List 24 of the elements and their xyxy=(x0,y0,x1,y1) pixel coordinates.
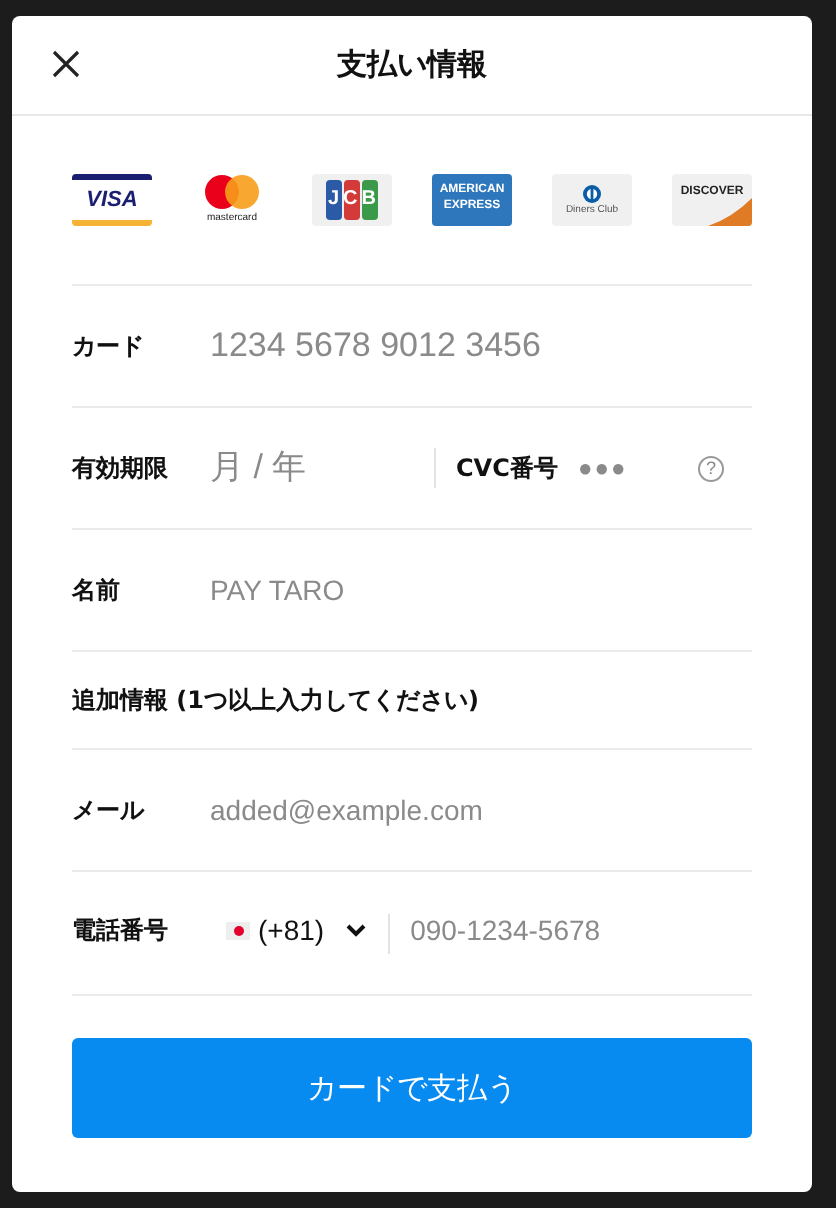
phone-field[interactable]: 090-1234-5678 xyxy=(410,914,691,946)
field-label: 名前 xyxy=(72,573,122,607)
ring-icon xyxy=(582,184,602,204)
email-field[interactable]: added@example.com xyxy=(210,794,650,826)
card-number-field[interactable]: 1234 5678 9012 3456 xyxy=(210,326,650,366)
corner-swoosh-icon xyxy=(708,198,752,226)
pay-button[interactable]: カードで支払う xyxy=(72,1038,752,1138)
country-code-select[interactable]: (+81) xyxy=(226,914,369,946)
field-label: CVC番号 xyxy=(456,451,560,485)
section-heading: 追加情報 (1つ以上入力してください) xyxy=(72,652,752,750)
chevron-down-icon xyxy=(344,920,369,940)
field-label: 有効期限 xyxy=(72,451,170,485)
expiry-field[interactable]: 月 / 年 xyxy=(210,448,410,488)
help-icon[interactable]: ? xyxy=(698,455,724,481)
logo-text: VISA xyxy=(86,189,138,211)
close-button[interactable] xyxy=(48,46,84,82)
field-label: メール xyxy=(72,793,147,827)
field-label: 電話番号 xyxy=(72,914,170,948)
cvc-field[interactable]: ●●● xyxy=(578,454,678,482)
name-field[interactable]: PAY TARO xyxy=(210,574,650,606)
flag-icon xyxy=(226,921,250,939)
dialog-title: 支払い情報 xyxy=(337,46,487,84)
close-icon xyxy=(48,46,84,82)
field-label: カード xyxy=(72,329,146,363)
